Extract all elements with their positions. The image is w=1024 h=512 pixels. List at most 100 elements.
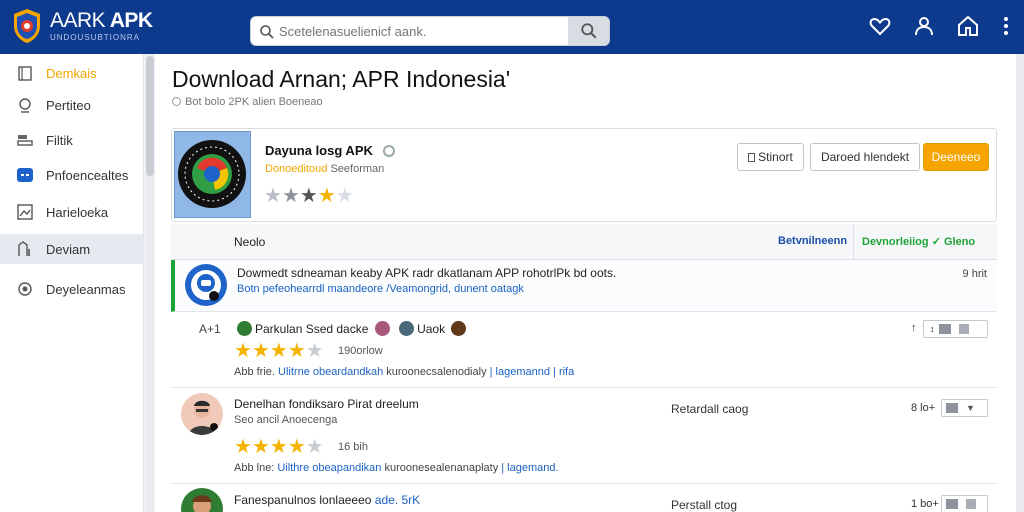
app-thumbnail[interactable] — [174, 131, 251, 218]
review-text: Abb lne: Uilthre obeapandikan kuroonesea… — [234, 462, 559, 474]
tab-betvnilneenn[interactable]: Betvnilneenn — [778, 235, 847, 247]
sidebar-item-pnfoencealtes[interactable]: Pnfoencealtes — [0, 160, 143, 190]
search-input[interactable] — [279, 17, 569, 45]
person-photo-icon — [189, 400, 218, 435]
download-button[interactable]: Deeneeo — [923, 143, 989, 171]
review-text-prefix: Abb frie. — [234, 366, 279, 378]
verified-icon — [382, 145, 395, 157]
review-text-tag[interactable]: | lagemannd | — [490, 366, 559, 378]
star-icon: ★ — [269, 436, 288, 458]
avatar[interactable] — [181, 393, 223, 435]
sidebar-item-deviam[interactable]: Deviam — [0, 234, 143, 264]
logo-main: AARK — [50, 9, 106, 32]
review-text-body: kuroonesealenanaplaty — [381, 462, 502, 474]
search-button[interactable] — [568, 17, 609, 45]
sidebar-item-label: Filtik — [46, 133, 73, 148]
secondary-download-button[interactable]: Daroed hlendekt — [810, 143, 920, 171]
sort-icon: ↕ — [930, 324, 935, 334]
filter-icon — [17, 135, 33, 146]
review-author: Denelhan fondiksaro Pirat dreelum — [234, 397, 419, 411]
app-developer-rest: Seeforman — [327, 163, 385, 175]
notice-time: 9 hrit — [962, 268, 987, 280]
sidebar-item-filtik[interactable]: Filtik — [0, 125, 143, 155]
page-title: Download Arnan; APR Indonesia' — [172, 66, 511, 92]
gear-icon — [18, 282, 32, 296]
review-text-tag[interactable]: | lagemand. — [501, 462, 558, 474]
review-text-link[interactable]: Ulitrne obeardandkah — [278, 366, 383, 378]
review-meta: 1 bo+ — [911, 498, 939, 510]
share-icon — [748, 153, 756, 162]
review-status: Perstall ctog — [671, 498, 738, 512]
shield-logo-icon[interactable] — [12, 8, 42, 44]
chart-icon — [18, 241, 30, 256]
notice-title: Dowmedt sdneaman keaby APK radr dkatlana… — [237, 266, 617, 280]
review-text-link[interactable]: Uilthre obeapandikan — [277, 462, 381, 474]
more-vertical-icon[interactable] — [994, 14, 1018, 38]
review-text-end[interactable]: rifa — [559, 366, 574, 378]
star-icon: ★ — [281, 185, 300, 207]
sidebar-item-deyeleanmas[interactable]: Deyeleanmas — [0, 274, 143, 304]
star-icon: ★ — [264, 185, 282, 207]
avatar[interactable] — [181, 488, 223, 512]
sidebar-item-label: Harieloeka — [46, 205, 109, 220]
heart-icon[interactable] — [868, 14, 892, 38]
review-author: Parkulan Ssed dacke Uaok — [234, 321, 469, 336]
review-count: 16 bih — [338, 441, 368, 453]
notice-item[interactable]: Dowmedt sdneaman keaby APK radr dkatlana… — [171, 260, 997, 312]
star-icon: ★ — [234, 340, 252, 362]
review-row: Fanespanulnos lonlaeeeo ade. 5rK Perstal… — [171, 484, 997, 512]
notice-link[interactable]: Botn pefeohearrdl maandeore /Veamongrid,… — [237, 283, 524, 295]
check-icon: ✓ — [931, 236, 941, 248]
sidebar-item-demkais[interactable]: Demkais — [0, 58, 143, 88]
review-status: Retardall caog — [671, 402, 749, 416]
home-icon — [958, 324, 969, 334]
home-icon — [966, 499, 976, 509]
sidebar-item-harieloeka[interactable]: Harieloeka — [0, 197, 143, 227]
bot-icon — [191, 270, 221, 301]
review-row: A+1 Parkulan Ssed dacke Uaok ★ ★ ★ ★ ★ 190or… — [171, 312, 997, 388]
star-icon: ★ — [234, 436, 252, 458]
review-author-extra: Uaok — [417, 322, 446, 336]
share-button[interactable]: Stinort — [737, 143, 804, 171]
main-scrollbar[interactable] — [1016, 54, 1024, 512]
review-author: Fanespanulnos lonlaeeeo ade. 5rK — [234, 493, 420, 507]
star-icon: ★ — [251, 340, 270, 362]
home-icon[interactable] — [956, 14, 980, 38]
top-header: AARK APK UNDOUSUBTIONRA — [0, 0, 1024, 54]
tab-devnorleiiog[interactable]: Devnorleiiog ✓ Gleno — [853, 224, 997, 260]
app-logo-icon — [178, 140, 246, 208]
star-icon: ★ — [287, 436, 306, 458]
review-author-link[interactable]: ade. 5rK — [375, 493, 420, 507]
avatar — [451, 321, 467, 336]
info-icon — [172, 97, 181, 106]
avatar — [374, 321, 390, 336]
chevron-down-icon: ▼ — [966, 403, 975, 413]
logo-accent: APK — [109, 9, 153, 32]
logo-text[interactable]: AARK APK — [50, 9, 153, 33]
app-card: Dayuna losg APK Donoeditoud Seeforman ★ … — [171, 128, 997, 222]
review-text-prefix: Abb lne: — [234, 462, 278, 474]
review-up-arrow[interactable]: ↑ — [911, 322, 917, 334]
sidebar-scroll-thumb[interactable] — [146, 56, 154, 176]
star-icon: ★ — [305, 436, 324, 458]
person-icon — [19, 98, 31, 113]
review-subtitle: Seo ancil Anoecenga — [234, 414, 338, 426]
main-content: Download Arnan; APR Indonesia' Bot bolo … — [155, 54, 1016, 512]
tab-gleno-text: Gleno — [943, 236, 976, 248]
user-icon[interactable] — [912, 14, 936, 38]
breadcrumb: Bot bolo 2PK alien Boeneao — [172, 96, 323, 108]
logo-subtitle: UNDOUSUBTIONRA — [50, 33, 141, 42]
review-action-dropdown[interactable] — [941, 495, 988, 512]
share-button-label: Stinort — [758, 150, 793, 164]
tab-neolo[interactable]: Neolo — [234, 235, 265, 249]
sidebar-item-pertiteo[interactable]: Pertiteo — [0, 90, 143, 120]
search-icon — [580, 23, 596, 39]
sidebar-item-label: Demkais — [46, 66, 97, 81]
search-icon — [260, 25, 274, 39]
sidebar-item-label: Pertiteo — [46, 98, 91, 113]
thumbnail-icon — [946, 499, 958, 509]
review-action-control[interactable]: ↕ — [923, 320, 988, 338]
star-icon: ★ — [269, 340, 288, 362]
review-action-dropdown[interactable]: ▼ — [941, 399, 988, 417]
image-icon — [17, 204, 33, 220]
